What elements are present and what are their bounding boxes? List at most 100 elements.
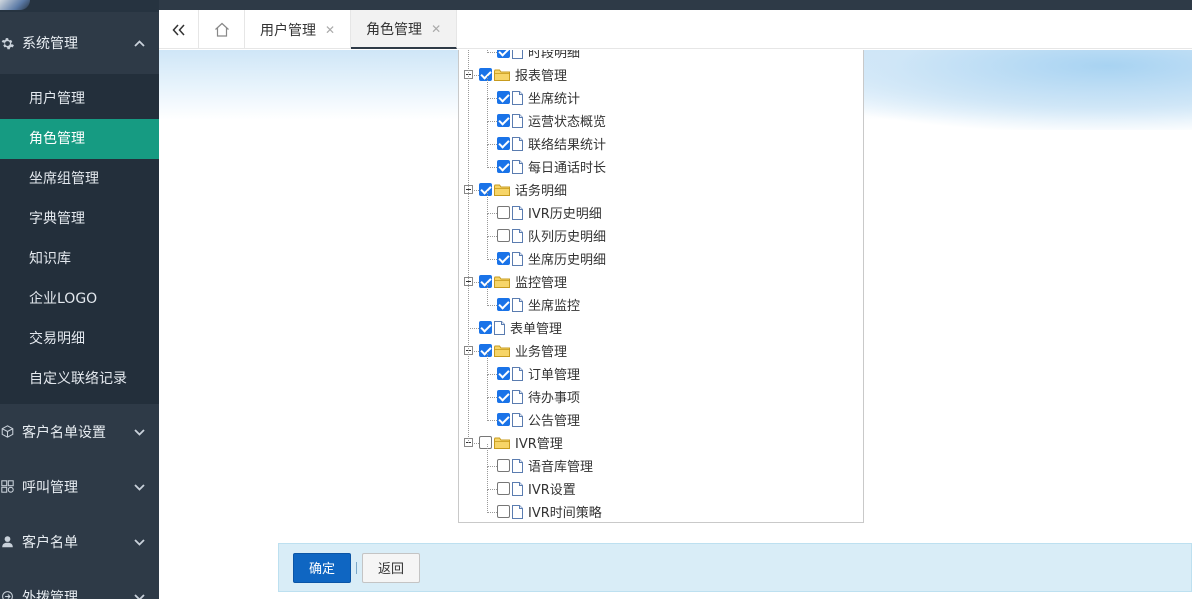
tree-node-item[interactable]: 坐席历史明细 [497,247,606,270]
tree-connector [487,489,497,490]
tree-node-group[interactable]: 表单管理 [479,316,562,339]
tree-node-group[interactable]: IVR管理 [479,431,563,454]
grid-icon [0,480,18,493]
sidebar: 系统管理 用户管理 角色管理 坐席组管理 字典管理 知识库 企业LOGO 交易明… [0,0,159,599]
sidebar-item-knowledge-base[interactable]: 知识库 [0,239,159,279]
back-button[interactable]: 返回 [362,552,420,583]
permission-checkbox[interactable] [497,505,510,518]
tree-node-item[interactable]: 语音库管理 [497,454,593,477]
tree-node-item[interactable]: IVR时间策略 [497,500,602,522]
menu-group-label: 系统管理 [22,36,78,52]
main-content: 时段明细报表管理坐席统计 运营状态概览联络结果统计 每日通话时长话务明细 IVR历史明… [159,50,1192,599]
permission-checkbox[interactable] [479,344,492,357]
tree-connector [487,375,488,398]
tab-user-management[interactable]: 用户管理 ✕ [245,10,352,49]
tree-node-group[interactable]: 报表管理 [479,63,567,86]
permission-checkbox[interactable] [479,275,492,288]
chevron-down-icon [134,590,145,599]
document-icon [512,90,523,105]
tree-connector [487,444,488,467]
sidebar-item-dictionary-management[interactable]: 字典管理 [0,199,159,239]
tree-node-label: 订单管理 [528,368,581,383]
folder-icon [494,184,510,196]
permission-checkbox[interactable] [497,160,510,173]
tree-connector [487,144,497,145]
tree-connector [487,490,488,513]
document-icon [512,113,523,128]
permission-checkbox[interactable] [497,482,510,495]
tree-connector [468,50,469,443]
chevron-down-icon [134,425,145,439]
permission-checkbox[interactable] [497,91,510,104]
chevron-down-icon [134,535,145,549]
permission-checkbox[interactable] [497,413,510,426]
permission-checkbox[interactable] [497,229,510,242]
collapse-sidebar-button[interactable] [159,10,199,49]
tree-node-item[interactable]: 队列历史明细 [497,224,606,247]
sidebar-item-transaction-details[interactable]: 交易明细 [0,319,159,359]
sidebar-item-agent-group-management[interactable]: 坐席组管理 [0,159,159,199]
menu-group-call-management[interactable]: 呼叫管理 [0,459,159,514]
tree-node-label: 联络结果统计 [528,138,607,153]
menu-group-label: 呼叫管理 [22,479,78,496]
tree-node-item[interactable]: 坐席统计 [497,86,580,109]
permission-checkbox[interactable] [497,137,510,150]
confirm-button[interactable]: 确定 [293,552,351,583]
tree-node-item[interactable]: 时段明细 [497,50,580,63]
permission-checkbox[interactable] [479,68,492,81]
tree-node-label: IVR管理 [515,437,563,452]
tree-node-item[interactable]: IVR历史明细 [497,201,602,224]
menu-group-customer-list[interactable]: 客户名单 [0,514,159,569]
document-icon [512,389,523,404]
tree-node-item[interactable]: 每日通话时长 [497,155,606,178]
tree-node-item[interactable]: 运营状态概览 [497,109,606,132]
tree-node-label: 每日通话时长 [528,161,607,176]
tree-node-group[interactable]: 业务管理 [479,339,567,362]
tree-node-group[interactable]: 话务明细 [479,178,567,201]
menu-group-system[interactable]: 系统管理 [0,12,159,74]
permission-checkbox[interactable] [497,50,510,58]
tree-node-label: 报表管理 [515,69,568,84]
document-icon [494,320,505,335]
tree-node-item[interactable]: 联络结果统计 [497,132,606,155]
tree-node-item[interactable]: 公告管理 [497,408,580,431]
permission-checkbox[interactable] [497,252,510,265]
tab-role-management[interactable]: 角色管理 ✕ [351,10,458,49]
tree-node-item[interactable]: 待办事项 [497,385,580,408]
home-tab[interactable] [199,10,245,49]
permission-checkbox[interactable] [479,183,492,196]
tree-connector [487,259,497,260]
tree-connector [487,52,497,53]
permission-checkbox[interactable] [497,298,510,311]
permission-checkbox[interactable] [497,459,510,472]
permission-checkbox[interactable] [479,321,492,334]
tree-node-group[interactable]: 监控管理 [479,270,567,293]
tree-connector [487,397,497,398]
permission-checkbox[interactable] [497,114,510,127]
menu-group-outbound-management[interactable]: 外拨管理 [0,569,159,599]
tree-connector [487,99,488,122]
tree-node-label: 坐席历史明细 [528,253,607,268]
close-icon[interactable]: ✕ [325,23,335,37]
tree-node-label: 公告管理 [528,414,581,429]
tab-bar: 用户管理 ✕ 角色管理 ✕ [159,10,1192,49]
permission-checkbox[interactable] [497,206,510,219]
close-icon[interactable]: ✕ [431,22,441,36]
top-strip [159,0,1192,10]
menu-group-customer-list-settings[interactable]: 客户名单设置 [0,404,159,459]
sidebar-item-custom-contact-records[interactable]: 自定义联络记录 [0,359,159,399]
permission-checkbox[interactable] [497,390,510,403]
tree-node-item[interactable]: 订单管理 [497,362,580,385]
tree-node-item[interactable]: IVR设置 [497,477,576,500]
folder-icon [494,276,510,288]
tree-node-item[interactable]: 坐席监控 [497,293,580,316]
document-icon [512,136,523,151]
permission-tree[interactable]: 时段明细报表管理坐席统计 运营状态概览联络结果统计 每日通话时长话务明细 IVR历史明… [458,50,864,523]
sidebar-item-company-logo[interactable]: 企业LOGO [0,279,159,319]
permission-checkbox[interactable] [497,367,510,380]
document-icon [512,205,523,220]
sidebar-item-user-management[interactable]: 用户管理 [0,79,159,119]
permission-checkbox[interactable] [479,436,492,449]
tree-connector [487,50,488,53]
sidebar-item-role-management[interactable]: 角色管理 [0,119,159,159]
